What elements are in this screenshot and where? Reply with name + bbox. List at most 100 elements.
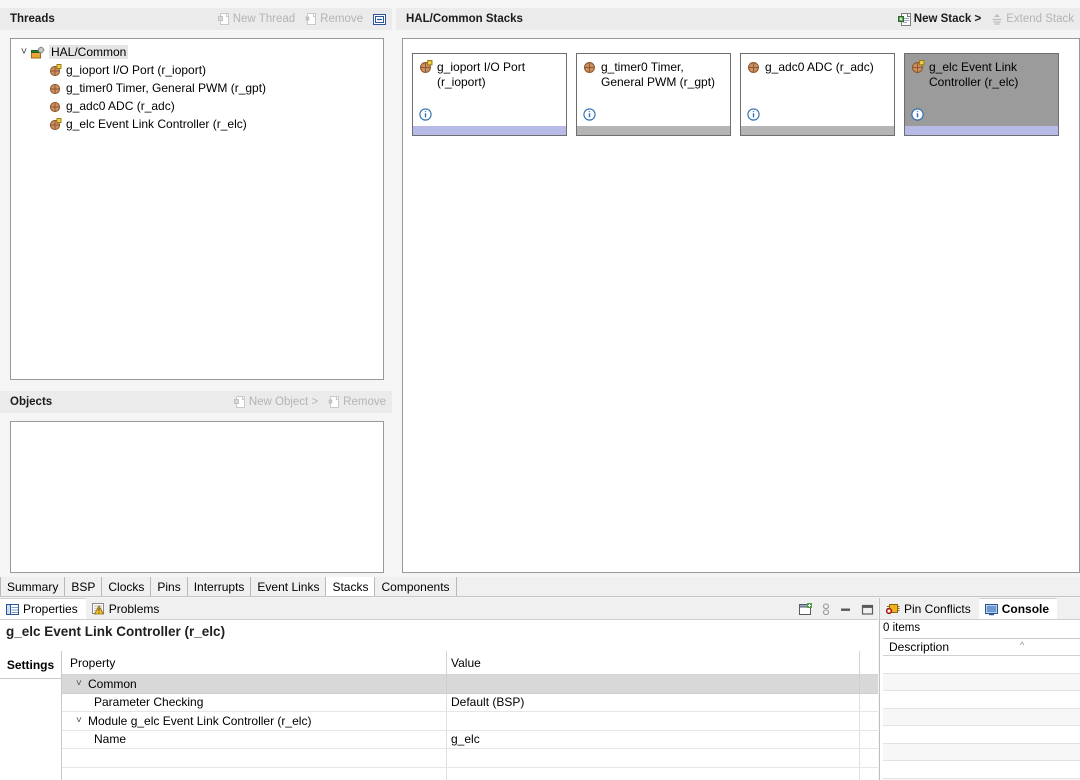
new-stack-button[interactable]: New Stack > xyxy=(897,12,982,26)
table-row[interactable]: Parameter Checking Default (BSP) xyxy=(62,693,878,712)
stack-body: g_ioport I/O Port (r_ioport) xyxy=(413,54,566,126)
tab-label: Console xyxy=(1001,602,1050,616)
tab-stacks[interactable]: Stacks xyxy=(326,577,376,596)
tab-properties[interactable]: Properties xyxy=(0,598,86,619)
property-cell xyxy=(62,767,447,780)
value-cell[interactable]: g_elc xyxy=(447,730,860,748)
maximize-icon[interactable] xyxy=(861,603,874,616)
table-row[interactable]: ˅ Common xyxy=(62,675,878,694)
chevron-down-icon[interactable]: ˅ xyxy=(76,715,88,726)
main-tab-strip[interactable]: Summary BSP Clocks Pins Interrupts Event… xyxy=(0,577,1080,597)
table-row[interactable] xyxy=(62,749,878,768)
console-row[interactable] xyxy=(883,761,1080,779)
stacks-panel-header: HAL/Common Stacks New Stack > Extend Sta… xyxy=(396,8,1080,30)
tree-item-hal-common[interactable]: ˅ HAL/Common xyxy=(11,43,383,61)
row-spacer xyxy=(860,731,878,749)
collapse-all-icon xyxy=(373,13,386,26)
settings-tab[interactable]: Settings xyxy=(0,651,61,679)
value-cell[interactable] xyxy=(447,767,860,780)
info-icon[interactable] xyxy=(747,108,760,121)
tab-interrupts[interactable]: Interrupts xyxy=(187,577,252,596)
console-row[interactable] xyxy=(883,691,1080,709)
minimize-icon[interactable] xyxy=(839,603,852,616)
rasc-configuration-window: Threads New Thread Remove ˅ HAL/Common g… xyxy=(0,0,1080,780)
stack-box-g-ioport[interactable]: g_ioport I/O Port (r_ioport) xyxy=(412,53,567,136)
threads-tree[interactable]: ˅ HAL/Common g_ioport I/O Port (r_ioport… xyxy=(10,38,384,380)
tab-bsp[interactable]: BSP xyxy=(65,577,103,596)
tab-summary[interactable]: Summary xyxy=(0,577,66,596)
chevron-down-icon[interactable]: ˅ xyxy=(76,678,88,689)
stack-title-line2: (r_ioport) xyxy=(437,75,486,89)
console-column-label: Description xyxy=(889,640,950,654)
property-cell: ˅ Module g_elc Event Link Controller (r_… xyxy=(62,712,447,730)
value-cell[interactable] xyxy=(447,675,860,693)
new-view-icon[interactable] xyxy=(799,602,813,616)
console-row[interactable] xyxy=(883,708,1080,726)
tab-pins[interactable]: Pins xyxy=(151,577,188,596)
properties-table[interactable]: Property Value ˅ Common Parameter Checki… xyxy=(62,651,878,780)
tab-label: Problems xyxy=(108,601,160,616)
tab-event-links[interactable]: Event Links xyxy=(251,577,327,596)
properties-view: Properties Problems g_elc Event Link Con… xyxy=(0,598,878,780)
threads-panel-header: Threads New Thread Remove xyxy=(0,8,392,30)
tree-item-label: g_adc0 ADC (r_adc) xyxy=(66,99,175,113)
tree-item-label: g_elc Event Link Controller (r_elc) xyxy=(66,117,247,131)
column-header-value: Value xyxy=(447,651,860,674)
settings-tab-column[interactable]: Settings xyxy=(0,651,62,780)
stack-box-g-timer0[interactable]: g_timer0 Timer, General PWM (r_gpt) xyxy=(576,53,731,136)
remove-thread-button[interactable]: Remove xyxy=(305,13,363,25)
value-cell[interactable] xyxy=(447,712,860,730)
value-cell[interactable]: Default (BSP) xyxy=(447,693,860,711)
tab-pin-conflicts[interactable]: Pin Conflicts xyxy=(880,598,979,619)
console-row[interactable] xyxy=(883,743,1080,761)
collapse-all-button[interactable] xyxy=(373,13,386,26)
properties-toolbar[interactable] xyxy=(799,598,874,620)
properties-tabbar[interactable]: Properties Problems xyxy=(0,598,878,620)
tab-components[interactable]: Components xyxy=(375,577,457,596)
new-thread-button[interactable]: New Thread xyxy=(217,13,295,25)
chevron-down-icon[interactable]: ˅ xyxy=(17,46,31,58)
sort-ascending-icon[interactable]: ^ xyxy=(1020,640,1024,650)
link-icon[interactable] xyxy=(822,602,830,616)
stack-box-g-adc0[interactable]: g_adc0 ADC (r_adc) xyxy=(740,53,895,136)
column-header-property: Property xyxy=(62,651,447,674)
property-cell: Parameter Checking xyxy=(62,693,447,711)
tab-clocks[interactable]: Clocks xyxy=(102,577,152,596)
module-icon xyxy=(49,63,62,77)
stack-title-text: g_ioport I/O Port (r_ioport) xyxy=(437,60,525,90)
tab-label: Event Links xyxy=(257,579,320,594)
extend-stack-icon xyxy=(991,13,1003,25)
tree-item-g-adc0[interactable]: g_adc0 ADC (r_adc) xyxy=(11,97,383,115)
stacks-canvas[interactable]: g_ioport I/O Port (r_ioport) g_timer0 Tim… xyxy=(402,38,1080,573)
console-grid[interactable]: Description ^ xyxy=(883,638,1080,780)
table-row[interactable] xyxy=(62,767,878,780)
table-row[interactable]: ˅ Module g_elc Event Link Controller (r_… xyxy=(62,712,878,731)
table-row[interactable]: Name g_elc xyxy=(62,730,878,749)
tree-item-g-elc[interactable]: g_elc Event Link Controller (r_elc) xyxy=(11,115,383,133)
objects-panel: Objects New Object > Remove xyxy=(0,391,392,573)
properties-header-title: g_elc Event Link Controller (r_elc) xyxy=(0,620,878,642)
info-icon[interactable] xyxy=(419,108,432,121)
remove-object-button[interactable]: Remove xyxy=(328,396,386,408)
tree-item-g-timer0[interactable]: g_timer0 Timer, General PWM (r_gpt) xyxy=(11,79,383,97)
tab-problems[interactable]: Problems xyxy=(86,598,168,619)
console-row[interactable] xyxy=(883,673,1080,691)
tree-item-g-ioport[interactable]: g_ioport I/O Port (r_ioport) xyxy=(11,61,383,79)
stack-box-g-elc[interactable]: g_elc Event Link Controller (r_elc) xyxy=(904,53,1059,136)
console-row[interactable] xyxy=(883,656,1080,674)
new-object-button[interactable]: New Object > xyxy=(233,396,318,408)
info-icon[interactable] xyxy=(583,108,596,121)
objects-list[interactable] xyxy=(10,421,384,573)
tab-console[interactable]: Console xyxy=(978,598,1058,619)
value-cell[interactable] xyxy=(447,749,860,767)
extend-stack-button[interactable]: Extend Stack xyxy=(991,13,1074,25)
info-icon[interactable] xyxy=(911,108,924,121)
console-tabbar[interactable]: Pin Conflicts Console xyxy=(880,598,1080,620)
console-column-header[interactable]: Description ^ xyxy=(883,639,1080,656)
tab-label: Clocks xyxy=(108,579,145,594)
row-spacer xyxy=(860,712,878,730)
table-header-row: Property Value xyxy=(62,651,878,675)
console-row[interactable] xyxy=(883,726,1080,744)
tree-item-label: HAL/Common xyxy=(49,45,129,59)
new-stack-label: New Stack > xyxy=(913,13,982,25)
